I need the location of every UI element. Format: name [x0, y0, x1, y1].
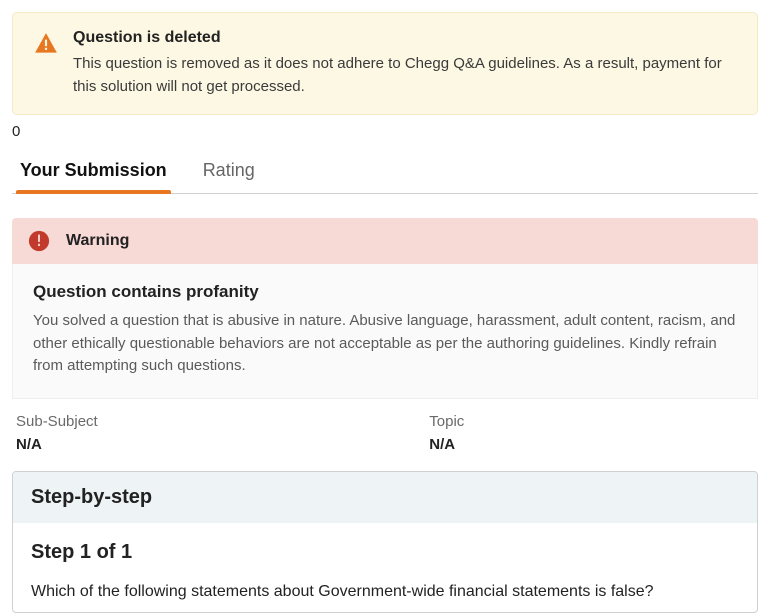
zero-counter: 0 [12, 115, 758, 150]
sub-subject-label: Sub-Subject [16, 413, 429, 430]
warning-title: Question contains profanity [33, 282, 737, 302]
step-text: Which of the following statements about … [31, 580, 739, 604]
tab-your-submission[interactable]: Your Submission [16, 150, 171, 193]
meta-sub-subject: Sub-Subject N/A [16, 413, 429, 453]
topic-value: N/A [429, 436, 754, 453]
topic-label: Topic [429, 413, 754, 430]
warning-circle-icon [28, 230, 50, 252]
step-title: Step 1 of 1 [31, 541, 739, 564]
sub-subject-value: N/A [16, 436, 429, 453]
deleted-banner-desc: This question is removed as it does not … [73, 53, 737, 98]
warning-desc: You solved a question that is abusive in… [33, 310, 737, 378]
warning-header: Warning [12, 218, 758, 264]
warning-triangle-icon [33, 29, 59, 98]
deleted-banner-title: Question is deleted [73, 29, 737, 47]
tab-rating[interactable]: Rating [199, 150, 259, 193]
meta-row: Sub-Subject N/A Topic N/A [12, 413, 758, 453]
step-card-body: Step 1 of 1 Which of the following state… [13, 523, 757, 612]
meta-topic: Topic N/A [429, 413, 754, 453]
step-card: Step-by-step Step 1 of 1 Which of the fo… [12, 471, 758, 613]
deleted-banner-content: Question is deleted This question is rem… [73, 29, 737, 98]
warning-label: Warning [66, 232, 129, 250]
tabs: Your Submission Rating [12, 150, 758, 194]
step-card-header: Step-by-step [13, 472, 757, 523]
warning-body: Question contains profanity You solved a… [12, 264, 758, 399]
question-deleted-banner: Question is deleted This question is rem… [12, 12, 758, 115]
